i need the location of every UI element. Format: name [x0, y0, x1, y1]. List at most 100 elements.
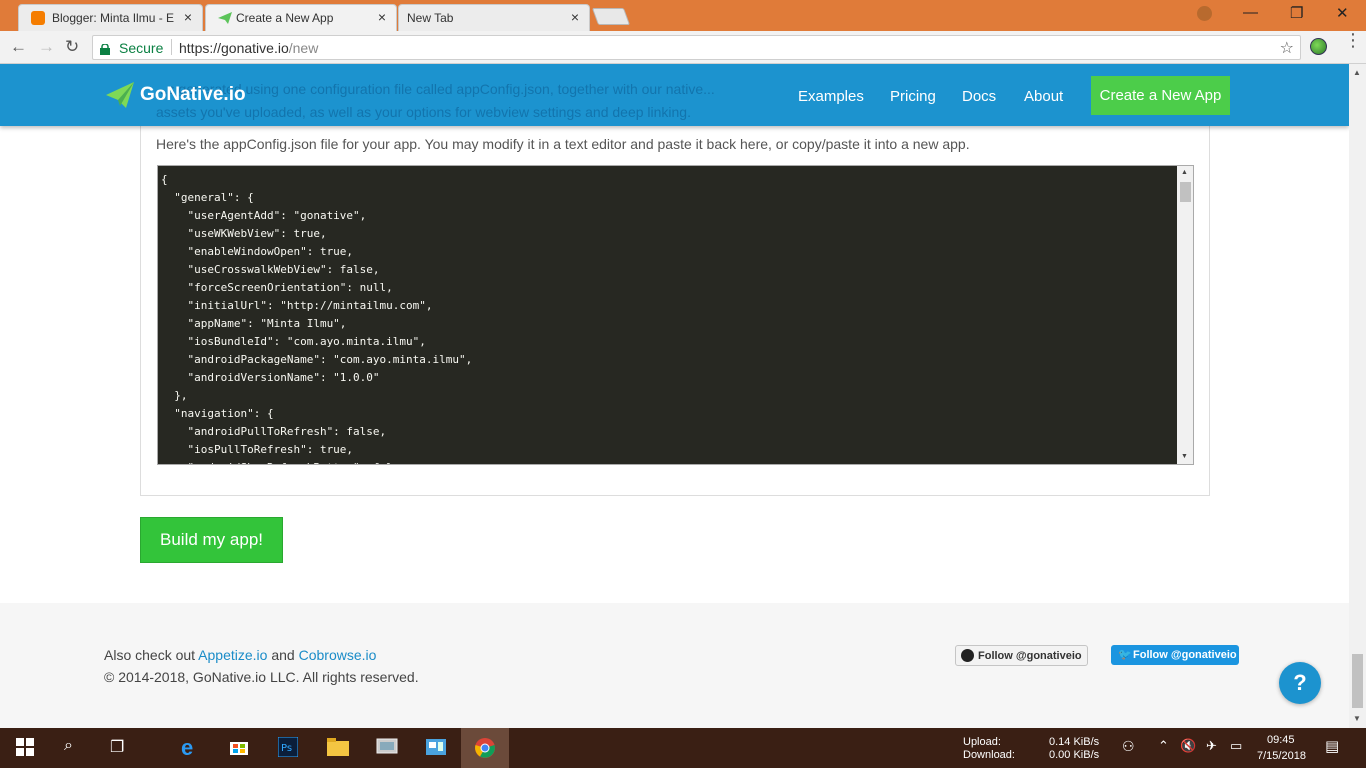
clock-time[interactable]: 09:45	[1267, 734, 1295, 746]
download-value: 0.00 KiB/s	[1049, 749, 1100, 761]
twitter-follow-label: Follow @gonativeio	[1133, 649, 1237, 661]
bookmark-star-icon[interactable]: ☆	[1280, 38, 1294, 58]
forward-button[interactable]: →	[38, 37, 55, 57]
notification-icon[interactable]: ▤	[1325, 737, 1339, 755]
code-line: "useCrosswalkWebView": false,	[161, 263, 380, 276]
cobrowse-link[interactable]: Cobrowse.io	[299, 647, 377, 663]
site-header: ...s generated using one configuration f…	[0, 64, 1349, 126]
footer-and-text: and	[267, 647, 299, 663]
scroll-down-arrow-icon[interactable]: ▼	[1181, 453, 1188, 460]
code-line: "navigation": {	[161, 407, 274, 420]
airplane-mode-icon[interactable]: ✈	[1206, 738, 1217, 754]
site-brand[interactable]: GoNative.io	[140, 84, 246, 106]
twitter-follow-button[interactable]: 🐦 Follow @gonativeio	[1111, 645, 1239, 665]
chevron-up-icon[interactable]: ⌃	[1158, 738, 1169, 754]
browser-tabstrip: Blogger: Minta Ilmu - Edi × Create a New…	[0, 0, 1366, 31]
secure-label: Secure	[119, 40, 164, 56]
scroll-up-arrow-icon[interactable]: ▲	[1181, 169, 1188, 176]
code-line: "initialUrl": "http://mintailmu.com",	[161, 299, 433, 312]
extension-icon[interactable]	[1310, 38, 1327, 55]
store-icon[interactable]	[229, 736, 249, 761]
code-line: "iosPullToRefresh": true,	[161, 443, 354, 456]
nav-docs[interactable]: Docs	[962, 88, 996, 105]
code-line: "iosBundleId": "com.ayo.minta.ilmu",	[161, 335, 426, 348]
tab-blogger[interactable]: Blogger: Minta Ilmu - Edi ×	[18, 4, 203, 31]
editor-scrollbar[interactable]: ▲ ▼	[1177, 166, 1193, 464]
edge-icon[interactable]: e	[181, 735, 193, 761]
url-divider	[171, 39, 172, 55]
github-icon	[961, 649, 974, 662]
code-line: "useWKWebView": true,	[161, 227, 327, 240]
code-line: },	[161, 389, 188, 402]
code-content[interactable]: { "general": { "userAgentAdd": "gonative…	[161, 171, 473, 464]
people-icon[interactable]: ⚇	[1122, 738, 1135, 755]
battery-icon[interactable]: ▭	[1230, 738, 1242, 754]
code-line: "androidVersionName": "1.0.0"	[161, 371, 380, 384]
tab-new-tab[interactable]: New Tab ×	[398, 4, 590, 31]
tab-title: Blogger: Minta Ilmu - Edi	[52, 11, 174, 25]
scroll-down-arrow-icon[interactable]: ▼	[1353, 714, 1361, 723]
twitter-bird-icon: 🐦	[1118, 649, 1132, 661]
close-window-button[interactable]: ✕	[1336, 4, 1349, 22]
config-description: Here's the appConfig.json file for your …	[156, 136, 970, 152]
volume-muted-icon[interactable]: 🔇	[1180, 738, 1196, 754]
create-new-app-button[interactable]: Create a New App	[1091, 76, 1230, 115]
download-label: Download:	[963, 749, 1015, 761]
address-bar[interactable]: Secure https://gonative.io/new ☆	[92, 35, 1301, 60]
config-panel: Here's the appConfig.json file for your …	[140, 104, 1210, 496]
maximize-button[interactable]: ❐	[1290, 4, 1303, 22]
footer-links: Also check out Appetize.io and Cobrowse.…	[104, 647, 376, 663]
reload-button[interactable]: ↻	[65, 37, 79, 57]
help-button[interactable]: ?	[1279, 662, 1321, 704]
gonative-logo-icon[interactable]	[106, 82, 134, 108]
site-footer: Also check out Appetize.io and Cobrowse.…	[0, 603, 1349, 728]
back-button[interactable]: ←	[10, 37, 27, 57]
code-line: "androidPackageName": "com.ayo.minta.ilm…	[161, 353, 473, 366]
close-icon[interactable]: ×	[571, 9, 579, 25]
app-config-editor[interactable]: { "general": { "userAgentAdd": "gonative…	[157, 165, 1194, 465]
footer-also-text: Also check out	[104, 647, 199, 663]
page-scroll-thumb[interactable]	[1352, 654, 1363, 708]
minimize-button[interactable]: —	[1243, 4, 1258, 21]
photoshop-icon[interactable]: Ps	[277, 736, 299, 762]
ghost-intro-line: assets you've uploaded, as well as your …	[156, 104, 691, 120]
url-text: https://gonative.io/new	[179, 40, 318, 56]
tab-create-new-app[interactable]: Create a New App ×	[205, 4, 397, 31]
tab-title: New Tab	[407, 11, 454, 25]
clock-date[interactable]: 7/15/2018	[1257, 750, 1306, 762]
github-follow-button[interactable]: Follow @gonativeio	[955, 645, 1088, 666]
nav-about[interactable]: About	[1024, 88, 1063, 105]
chrome-menu-icon[interactable]: ⋮	[1344, 31, 1362, 49]
task-view-icon[interactable]: ❐	[110, 737, 124, 757]
browser-toolbar: ← → ↻ Secure https://gonative.io/new ☆ ⋮	[0, 31, 1366, 64]
app-icon[interactable]	[425, 737, 447, 762]
appetize-link[interactable]: Appetize.io	[198, 647, 267, 663]
code-line: {	[161, 173, 168, 186]
paper-plane-icon	[218, 11, 232, 25]
code-line: "appName": "Minta Ilmu",	[161, 317, 347, 330]
taskbar-chrome-active[interactable]	[461, 728, 509, 768]
page-viewport: ...s generated using one configuration f…	[0, 64, 1349, 728]
build-my-app-button[interactable]: Build my app!	[140, 517, 283, 563]
svg-text:Ps: Ps	[281, 743, 292, 754]
nav-pricing[interactable]: Pricing	[890, 88, 936, 105]
new-tab-button[interactable]	[591, 8, 631, 25]
url-path: /new	[288, 40, 319, 56]
page-scrollbar[interactable]: ▲ ▼	[1349, 64, 1366, 728]
code-line: "androidShowRefreshButton": false,	[161, 459, 472, 464]
copyright: © 2014-2018, GoNative.io LLC. All rights…	[104, 669, 419, 685]
search-icon[interactable]: ⌕	[64, 737, 73, 755]
lock-icon	[100, 42, 110, 55]
nav-examples[interactable]: Examples	[798, 88, 864, 105]
scroll-up-arrow-icon[interactable]: ▲	[1353, 68, 1361, 77]
app-icon[interactable]	[376, 737, 398, 762]
profile-icon[interactable]	[1197, 6, 1212, 21]
url-host: https://gonative.io	[179, 40, 289, 56]
code-line: "forceScreenOrientation": null,	[161, 281, 393, 294]
close-icon[interactable]: ×	[184, 9, 192, 25]
close-icon[interactable]: ×	[378, 9, 386, 25]
code-line: "enableWindowOpen": true,	[161, 245, 354, 258]
windows-start-icon[interactable]	[16, 738, 34, 761]
file-explorer-icon[interactable]	[327, 738, 349, 761]
scroll-thumb[interactable]	[1180, 182, 1191, 202]
